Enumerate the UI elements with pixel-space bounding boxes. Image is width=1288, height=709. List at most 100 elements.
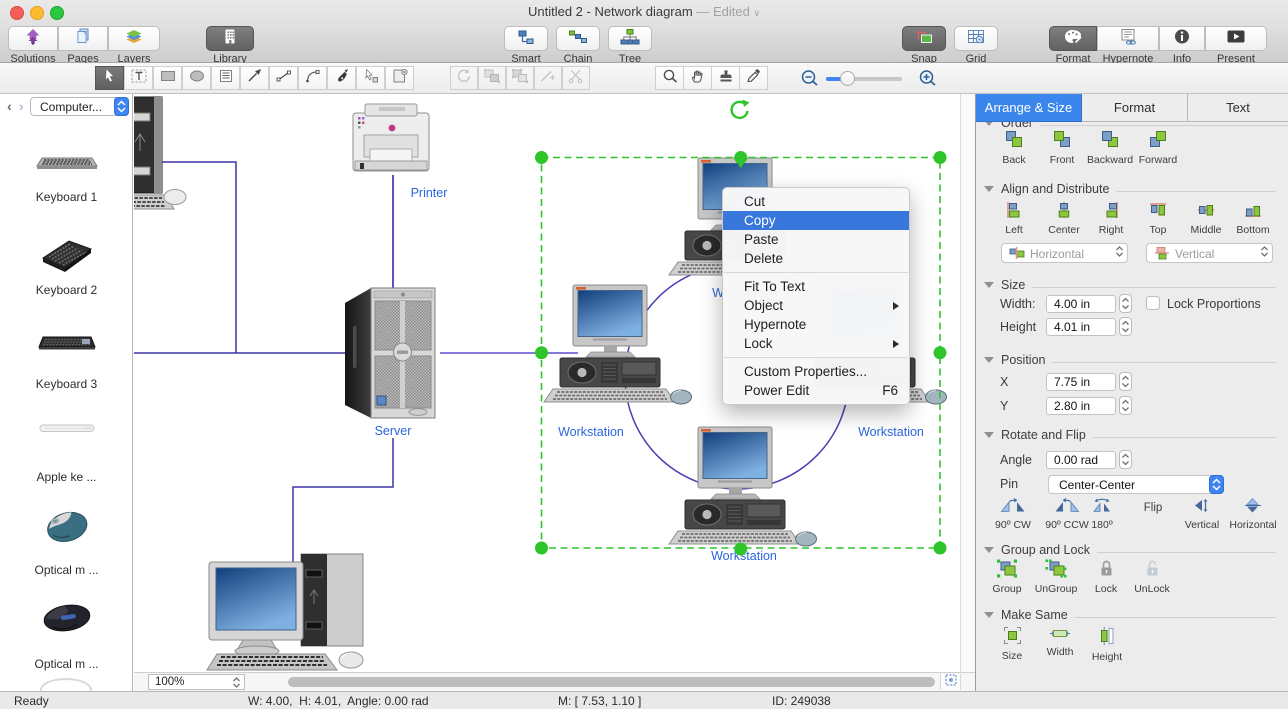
disclosure-triangle-icon[interactable] [984, 357, 994, 363]
menu-item-custom-properties[interactable]: Custom Properties... [723, 362, 909, 381]
height-input[interactable]: 4.01 in [1046, 318, 1116, 336]
smart-button[interactable] [504, 26, 548, 51]
make-same-size-button[interactable]: Size [987, 626, 1037, 662]
height-stepper[interactable] [1119, 317, 1132, 341]
shape-thumbnail-keyboard-flat[interactable] [0, 152, 133, 172]
node-server[interactable] [345, 288, 435, 418]
find-tool[interactable] [655, 66, 684, 90]
chain-button[interactable] [556, 26, 600, 51]
y-input[interactable]: 2.80 in [1046, 397, 1116, 415]
flip-horizontal-button[interactable]: Horizontal [1223, 497, 1283, 531]
shape-thumbnail-keyboard-3d[interactable] [0, 231, 133, 275]
align-center-button[interactable]: Center [1040, 201, 1088, 236]
curve-tool[interactable] [298, 66, 327, 90]
zoom-slider-knob[interactable] [840, 71, 855, 86]
zoom-in-icon[interactable] [918, 69, 937, 92]
library-forward-button[interactable]: › [19, 98, 24, 114]
shape-thumbnail-keyboard-slim[interactable] [0, 422, 133, 435]
align-left-button[interactable]: Left [990, 201, 1038, 236]
lock-button[interactable]: Lock [1081, 559, 1131, 595]
node-printer[interactable] [353, 104, 429, 171]
rotate-180-button[interactable]: 180º [1080, 497, 1124, 531]
pen-tool[interactable] [327, 66, 356, 90]
node-desktop-pc[interactable] [207, 554, 363, 670]
disclosure-triangle-icon[interactable] [984, 282, 994, 288]
shape-thumbnail-keyboard-dark[interactable] [0, 330, 133, 354]
menu-item-lock[interactable]: Lock [723, 334, 909, 353]
menu-item-copy[interactable]: Copy [723, 211, 909, 230]
disclosure-triangle-icon[interactable] [984, 547, 994, 553]
format-button[interactable] [1049, 26, 1097, 51]
make-same-height-button[interactable]: Height [1082, 626, 1132, 663]
angle-input[interactable]: 0.00 rad [1046, 451, 1116, 469]
tab-text[interactable]: Text [1188, 94, 1288, 122]
horizontal-scrollbar-thumb[interactable] [288, 677, 935, 687]
vertical-scrollbar[interactable] [960, 94, 975, 672]
width-input[interactable]: 4.00 in [1046, 295, 1116, 313]
align-middle-button[interactable]: Middle [1182, 201, 1230, 236]
order-back-button[interactable]: Back [988, 130, 1040, 166]
make-same-width-button[interactable]: Width [1035, 626, 1085, 658]
text-tool[interactable] [124, 66, 153, 90]
rectangle-tool[interactable] [153, 66, 182, 90]
group-button[interactable]: Group [982, 559, 1032, 595]
menu-item-power-edit[interactable]: Power EditF6 [723, 381, 909, 400]
library-button[interactable] [206, 26, 254, 51]
zoom-out-icon[interactable] [800, 69, 819, 92]
tab-arrange-size[interactable]: Arrange & Size [976, 94, 1082, 122]
angle-stepper[interactable] [1119, 450, 1132, 474]
snap-button[interactable] [902, 26, 946, 51]
disclosure-triangle-icon[interactable] [984, 186, 994, 192]
distribute-vertical-dropdown[interactable]: Vertical [1146, 243, 1273, 263]
page-tool[interactable] [385, 66, 414, 90]
zoom-level-field[interactable]: 100% [148, 674, 245, 690]
lock-proportions-checkbox[interactable] [1146, 296, 1160, 310]
rotate-90cw-button[interactable]: 90º CW [985, 497, 1041, 531]
shape-thumbnail-mouse-dark[interactable] [0, 599, 133, 637]
disclosure-triangle-icon[interactable] [984, 612, 994, 618]
flip-vertical-button[interactable]: Vertical [1174, 497, 1230, 531]
node-desktop-pc-partial[interactable] [134, 97, 186, 209]
align-top-button[interactable]: Top [1134, 201, 1182, 236]
arrow-tool[interactable] [240, 66, 269, 90]
eyedropper-tool[interactable] [739, 66, 768, 90]
node-workstation[interactable] [669, 427, 817, 546]
menu-item-cut[interactable]: Cut [723, 192, 909, 211]
library-back-button[interactable]: ‹ [7, 98, 12, 114]
distribute-horizontal-dropdown[interactable]: Horizontal [1001, 243, 1128, 263]
rotation-handle-icon[interactable] [732, 100, 750, 118]
node-workstation[interactable] [544, 285, 692, 404]
x-input[interactable]: 7.75 in [1046, 373, 1116, 391]
tree-button[interactable] [608, 26, 652, 51]
order-forward-button[interactable]: Forward [1130, 130, 1186, 166]
grid-button[interactable] [954, 26, 998, 51]
order-front-button[interactable]: Front [1036, 130, 1088, 166]
fit-page-button[interactable] [940, 674, 961, 690]
info-button[interactable] [1159, 26, 1205, 51]
y-stepper[interactable] [1119, 396, 1132, 420]
hypernote-button[interactable] [1097, 26, 1159, 51]
menu-item-object[interactable]: Object [723, 296, 909, 315]
stamp-tool[interactable] [711, 66, 740, 90]
shape-thumbnail-mouse-teal[interactable] [0, 501, 133, 549]
line-tool[interactable] [269, 66, 298, 90]
solutions-button[interactable] [8, 26, 58, 51]
menu-item-fit-to-text[interactable]: Fit To Text [723, 277, 909, 296]
layers-button[interactable] [108, 26, 160, 51]
ungroup-button[interactable]: UnGroup [1031, 559, 1081, 595]
pin-dropdown-stepper-icon[interactable] [1209, 475, 1224, 499]
library-dropdown[interactable]: Computer... [30, 97, 129, 116]
pin-dropdown[interactable]: Center-Center [1048, 475, 1224, 494]
align-right-button[interactable]: Right [1087, 201, 1135, 236]
x-stepper[interactable] [1119, 372, 1132, 396]
node-edit-tool[interactable] [356, 66, 385, 90]
ellipse-tool[interactable] [182, 66, 211, 90]
pointer-tool[interactable] [95, 66, 124, 90]
disclosure-triangle-icon[interactable] [984, 122, 994, 126]
align-bottom-button[interactable]: Bottom [1229, 201, 1277, 236]
present-button[interactable] [1205, 26, 1267, 51]
menu-item-paste[interactable]: Paste [723, 230, 909, 249]
horizontal-scrollbar[interactable]: 100% [134, 672, 975, 691]
library-dropdown-stepper-icon[interactable] [114, 97, 129, 119]
pan-tool[interactable] [683, 66, 712, 90]
